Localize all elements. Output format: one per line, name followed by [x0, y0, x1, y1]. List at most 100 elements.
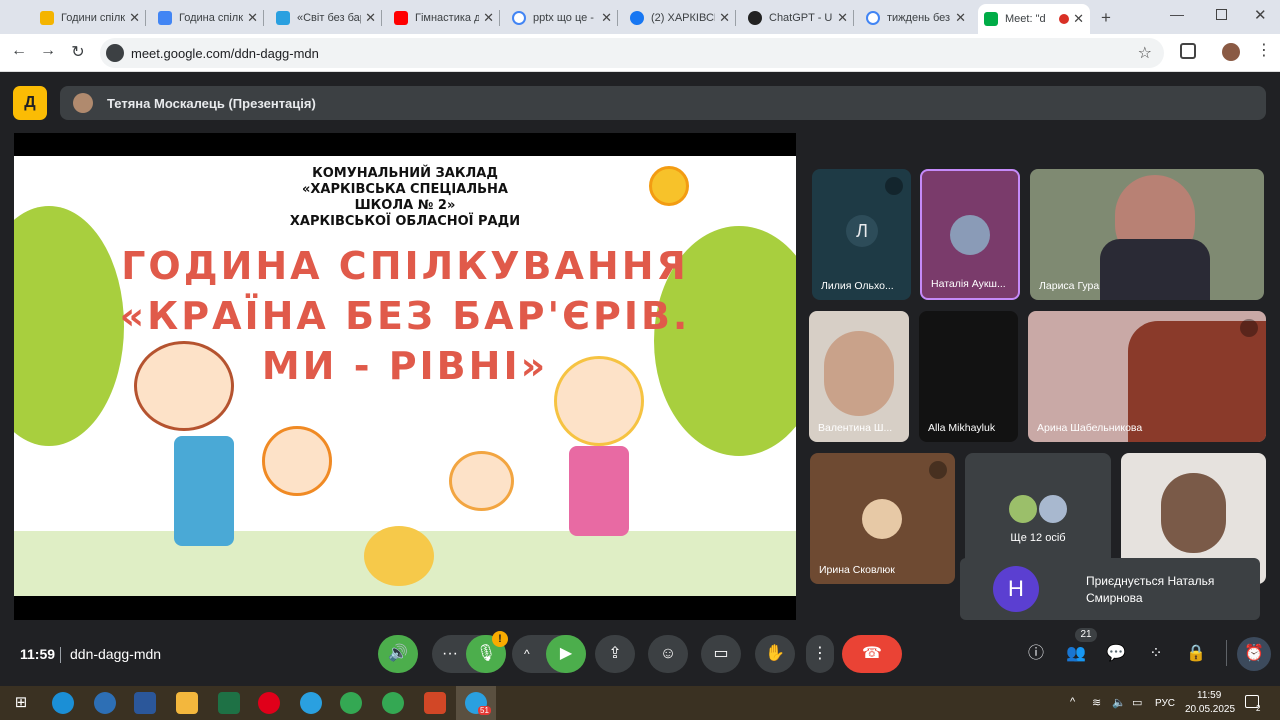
chatgpt-icon: [748, 11, 762, 25]
browser-tab[interactable]: (2) ХАРКІВСЬ ✕: [624, 4, 736, 32]
browser-tab[interactable]: Години спілк ✕: [34, 4, 146, 32]
word-icon[interactable]: [134, 692, 156, 714]
close-icon[interactable]: ✕: [837, 10, 848, 26]
telegram-icon[interactable]: [300, 692, 322, 714]
reactions-button[interactable]: ☺: [648, 635, 688, 673]
participant-tile[interactable]: Alla Mikhayluk: [919, 311, 1018, 442]
profile-avatar[interactable]: [1222, 43, 1240, 61]
window-close-icon[interactable]: ✕: [1254, 6, 1267, 24]
participant-tile[interactable]: Ирина Сковлюк: [810, 453, 955, 584]
battery-icon[interactable]: ▭: [1132, 696, 1142, 709]
browser-tab[interactable]: «Світ без бар ✕: [270, 4, 382, 32]
new-tab-icon[interactable]: +: [1101, 8, 1111, 28]
timer-icon[interactable]: ⏰: [1237, 637, 1271, 671]
slide-text-line1: КОМУНАЛЬНИЙ ЗАКЛАД: [312, 166, 498, 181]
close-icon[interactable]: ✕: [129, 10, 140, 26]
close-icon[interactable]: ✕: [601, 10, 612, 26]
presentation-stage: КОМУНАЛЬНИЙ ЗАКЛАД «ХАРКІВСЬКА СПЕЦІАЛЬН…: [14, 133, 796, 620]
participant-tile[interactable]: Арина Шабельникова: [1028, 311, 1266, 442]
host-controls-icon[interactable]: 🔒: [1184, 642, 1208, 666]
taskbar-time[interactable]: 11:59: [1197, 690, 1221, 701]
speaker-button[interactable]: 🔊: [378, 635, 418, 673]
close-icon[interactable]: ✕: [483, 10, 494, 26]
more-participants-label: Ще 12 осіб: [1010, 532, 1066, 544]
close-icon[interactable]: ✕: [719, 10, 730, 26]
volume-icon[interactable]: 🔈: [1112, 696, 1126, 709]
site-info-icon[interactable]: [106, 44, 124, 62]
slides-icon: [40, 11, 54, 25]
participant-tile-speaking[interactable]: Наталія Аукш...: [920, 169, 1020, 300]
close-icon[interactable]: ✕: [247, 10, 258, 26]
chevron-up-icon[interactable]: ^: [524, 635, 530, 673]
bookmark-star-icon[interactable]: ☆: [1138, 43, 1152, 63]
activities-icon[interactable]: ⁘: [1144, 642, 1168, 666]
slide-title-line2: «КРАЇНА БЕЗ БАР'ЄРІВ.: [119, 294, 691, 338]
participant-avatar: [862, 499, 902, 539]
participant-name: Лилия Ольхо...: [821, 280, 894, 292]
opera-icon[interactable]: [258, 692, 280, 714]
present-screen-button[interactable]: ⇪: [595, 635, 635, 673]
meeting-code: ddn-dagg-mdn: [70, 646, 162, 662]
slide: КОМУНАЛЬНИЙ ЗАКЛАД «ХАРКІВСЬКА СПЕЦІАЛЬН…: [14, 156, 796, 596]
participant-tile[interactable]: Л Лилия Ольхо...: [812, 169, 911, 300]
browser-tab[interactable]: тиждень без ✕: [860, 4, 972, 32]
speaker-icon: 🔊: [388, 645, 408, 662]
reload-icon[interactable]: ↻: [67, 42, 89, 62]
participant-name: Alla Mikhayluk: [928, 422, 996, 434]
mic-off-icon: [885, 177, 903, 195]
tray-chevron-icon[interactable]: ^: [1070, 696, 1075, 708]
close-icon[interactable]: ✕: [365, 10, 376, 26]
file-explorer-icon[interactable]: [176, 692, 198, 714]
chrome-icon[interactable]: [340, 692, 362, 714]
excel-icon[interactable]: [218, 692, 240, 714]
more-options-button[interactable]: ⋮: [806, 635, 834, 673]
mic-off-icon: [929, 461, 947, 479]
back-icon[interactable]: ←: [8, 42, 30, 60]
windows-start-icon[interactable]: ⊞: [10, 692, 32, 714]
participant-tile[interactable]: Валентина Ш...: [809, 311, 909, 442]
extensions-icon[interactable]: [1180, 43, 1196, 59]
browser-tab-active[interactable]: Meet: "d ✕: [978, 4, 1090, 34]
leave-call-button[interactable]: ☎: [842, 635, 902, 673]
browser-tab[interactable]: pptx що це - ✕: [506, 4, 618, 32]
powerpoint-icon[interactable]: [424, 692, 446, 714]
address-bar[interactable]: meet.google.com/ddn-dagg-mdn ☆: [100, 38, 1164, 68]
participant-tile[interactable]: Лариса Гура: [1030, 169, 1264, 300]
edge-icon[interactable]: [52, 692, 74, 714]
facebook-icon: [630, 11, 644, 25]
browser-tab[interactable]: Гімнастика д ✕: [388, 4, 500, 32]
windows-taskbar: ⊞ 51 ^ ≋ 🔈 ▭ РУС 11:59 20.05.2025 2: [0, 686, 1280, 720]
wifi-icon[interactable]: ≋: [1092, 696, 1101, 709]
browser-tab[interactable]: ChatGPT - Uk ✕: [742, 4, 854, 32]
meeting-info-icon[interactable]: ⓘ: [1024, 642, 1048, 666]
forward-icon[interactable]: →: [37, 42, 59, 60]
child-illustration: [569, 446, 629, 536]
chat-icon[interactable]: 💬: [1104, 642, 1128, 666]
chrome-profile-icon[interactable]: [382, 692, 404, 714]
camera-button[interactable]: ▶: [546, 635, 586, 673]
participant-name: Ирина Сковлюк: [819, 564, 895, 576]
browser-globe-icon[interactable]: [94, 692, 116, 714]
taskbar-date[interactable]: 20.05.2025: [1185, 704, 1235, 715]
close-icon[interactable]: ✕: [955, 10, 966, 26]
browser-tab[interactable]: Година спілк ✕: [152, 4, 264, 32]
end-call-icon: ☎: [862, 645, 882, 662]
people-icon[interactable]: 👥: [1064, 642, 1088, 666]
input-language[interactable]: РУС: [1155, 698, 1175, 709]
minimize-icon[interactable]: —: [1170, 6, 1184, 22]
hand-icon: ✋: [765, 645, 785, 662]
participant-name: Валентина Ш...: [818, 422, 893, 434]
close-icon[interactable]: ✕: [1073, 11, 1084, 27]
raise-hand-button[interactable]: ✋: [755, 635, 795, 673]
slide-title-line1: ГОДИНА СПІЛКУВАННЯ: [121, 244, 689, 288]
maximize-icon[interactable]: [1216, 9, 1227, 20]
docs-icon: [158, 11, 172, 25]
captions-button[interactable]: ▭: [701, 635, 741, 673]
participant-avatar: [1037, 493, 1069, 525]
recording-icon: [1059, 14, 1070, 24]
menu-kebab-icon[interactable]: ⋮: [1256, 40, 1272, 60]
telegram-active-taskbar-item[interactable]: 51: [456, 686, 496, 720]
more-options-icon[interactable]: ···: [442, 635, 458, 673]
warning-badge-icon: !: [492, 631, 508, 647]
url-text: meet.google.com/ddn-dagg-mdn: [131, 46, 319, 61]
